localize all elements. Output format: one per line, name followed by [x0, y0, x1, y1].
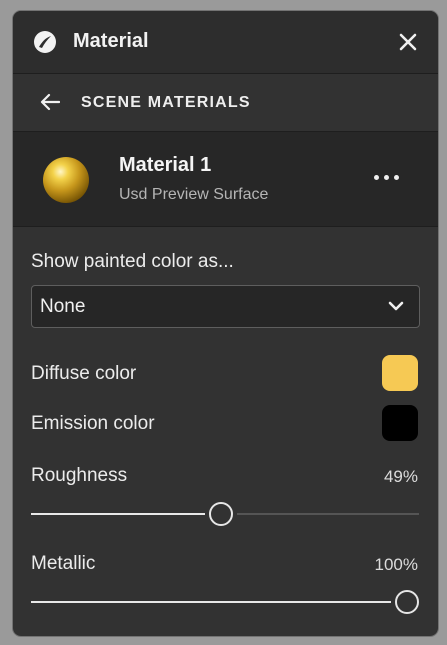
slider-thumb[interactable]	[209, 502, 234, 526]
material-name: Material 1	[119, 154, 212, 176]
more-horizontal-icon[interactable]	[371, 168, 403, 188]
metallic-value: 100%	[374, 555, 418, 574]
slider-track	[237, 513, 419, 515]
metallic-slider[interactable]	[31, 590, 419, 614]
app-logo-icon	[34, 31, 56, 53]
emission-color-label: Emission color	[31, 413, 155, 434]
arrow-left-icon[interactable]	[40, 93, 60, 111]
roughness-value: 49%	[383, 467, 418, 486]
painted-color-dropdown[interactable]: None	[31, 285, 420, 328]
panel-title: Material	[73, 30, 149, 52]
emission-color-swatch[interactable]	[382, 405, 418, 441]
slider-fill	[31, 601, 391, 603]
material-row[interactable]: Material 1 Usd Preview Surface	[13, 132, 438, 226]
diffuse-color-swatch[interactable]	[382, 355, 418, 391]
roughness-slider[interactable]	[31, 502, 419, 526]
breadcrumb: SCENE MATERIALS	[13, 74, 438, 130]
diffuse-color-label: Diffuse color	[31, 363, 137, 384]
divider	[13, 226, 438, 227]
painted-color-label: Show painted color as...	[31, 251, 234, 272]
close-icon[interactable]	[397, 31, 419, 53]
panel-header: Material	[13, 11, 438, 73]
material-type: Usd Preview Surface	[119, 186, 269, 203]
chevron-down-icon	[388, 301, 404, 311]
dropdown-value: None	[40, 296, 86, 317]
material-panel: Material SCENE MATERIALS Material 1 Usd …	[13, 11, 438, 636]
slider-thumb[interactable]	[395, 590, 419, 614]
material-preview-thumbnail	[43, 157, 89, 203]
breadcrumb-label: SCENE MATERIALS	[81, 94, 251, 111]
slider-fill	[31, 513, 206, 515]
metallic-label: Metallic	[31, 553, 96, 574]
roughness-label: Roughness	[31, 465, 128, 486]
